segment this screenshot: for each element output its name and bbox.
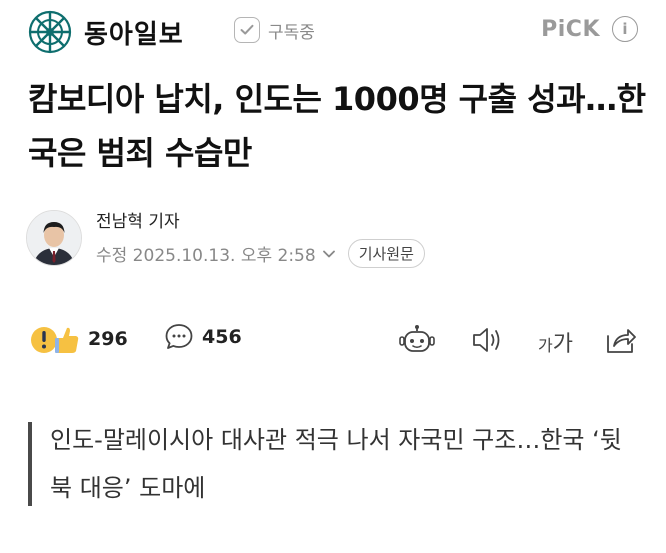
article-subheadline: 인도-말레이시아 대사관 적극 나서 자국민 구조…한국 ‘뒷북 대응’ 도마에 [50,426,622,502]
action-bar: 296 456 가가 [0,318,666,362]
share-icon[interactable] [604,324,638,356]
comment-icon [165,324,193,349]
reporter-avatar[interactable] [26,210,82,266]
font-size-large-label: 가 [552,332,573,357]
brand-name: 동아일보 [84,19,184,50]
reaction-count: 296 [88,328,128,350]
reaction-button[interactable]: 296 [30,322,128,356]
article-headline: 캄보디아 납치, 인도는 1000명 구출 성과…한국은 범죄 수습만 [28,80,646,172]
logo-icon [28,10,72,54]
date-row: 수정 2025.10.13. 오후 2:58 기사원문 [96,239,425,268]
reporter-name[interactable]: 전남혁 기자 [96,207,180,232]
robot-summary-icon[interactable] [398,324,436,356]
reaction-emoji-icon [31,327,79,353]
info-icon[interactable]: i [612,16,638,42]
font-size-small-label: 가 [538,336,553,355]
audio-icon[interactable] [470,324,504,356]
comment-button[interactable]: 456 [164,322,242,352]
check-icon [234,17,260,43]
font-size-button[interactable]: 가가 [538,326,573,358]
comment-count: 456 [202,326,242,348]
top-header: 동아일보 구독중 PiCK i [0,0,666,64]
subscribe-label: 구독중 [268,22,315,43]
pick-label[interactable]: PiCK [541,17,600,42]
modified-date: 수정 2025.10.13. 오후 2:58 [96,246,316,266]
original-article-button[interactable]: 기사원문 [347,239,425,268]
subheadline-bar [28,422,32,506]
chevron-down-icon[interactable] [322,249,336,259]
subscribe-button[interactable]: 구독중 [234,17,315,43]
brand-logo[interactable]: 동아일보 [28,10,184,54]
